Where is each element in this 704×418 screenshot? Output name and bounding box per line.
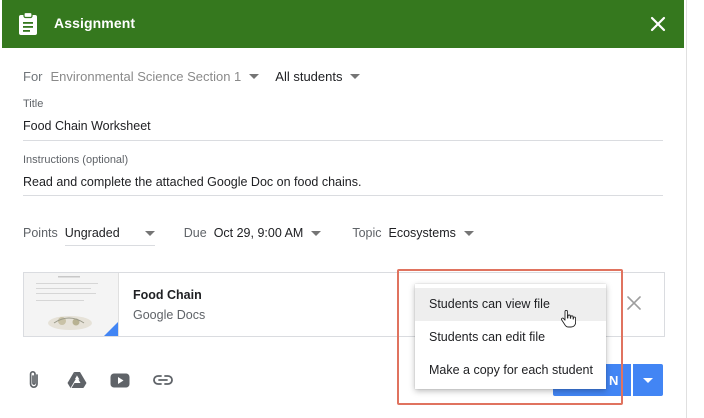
title-field-underline [23,140,663,141]
class-select-value: Environmental Science Section 1 [50,69,242,84]
chevron-down-icon [350,74,361,79]
for-row: For Environmental Science Section 1 All … [23,69,361,84]
assign-options-dropdown[interactable] [633,364,663,396]
for-label: For [23,69,43,84]
add-attachment-toolbar [22,369,194,391]
assignment-dialog: Assignment For Environmental Science Sec… [0,0,687,418]
assign-button-label: N [609,372,619,388]
points-select[interactable]: Ungraded [64,226,155,246]
chevron-down-icon [311,230,322,236]
attach-icon[interactable] [22,369,46,391]
chevron-down-icon [463,230,474,236]
attachment-subtitle: Google Docs [133,308,206,322]
doc-preview-image [24,273,118,336]
chevron-down-icon [249,74,260,79]
due-value: Oct 29, 9:00 AM [213,226,304,240]
drive-icon[interactable] [65,369,89,391]
due-select[interactable]: Oct 29, 9:00 AM [214,226,322,240]
students-select-value: All students [275,69,343,84]
instructions-field-label: Instructions (optional) [23,154,129,166]
close-icon[interactable] [648,14,668,34]
clipboard-icon [19,12,37,35]
title-field-value[interactable]: Food Chain Worksheet [23,119,663,133]
hand-cursor-icon [561,310,576,328]
attachment-thumbnail [24,273,119,336]
dialog-title: Assignment [54,15,136,31]
instructions-field-value[interactable]: Read and complete the attached Google Do… [23,175,663,189]
menu-item-copy-for-each[interactable]: Make a copy for each student [415,354,606,387]
topic-label: Topic [352,226,382,240]
dialog-header: Assignment [2,0,684,48]
settings-row: Points Ungraded Due Oct 29, 9:00 AM Topi… [23,226,474,246]
chevron-down-icon [144,230,155,236]
menu-item-view-file[interactable]: Students can view file [415,288,606,321]
attachment-title[interactable]: Food Chain [133,288,202,302]
menu-item-edit-file[interactable]: Students can edit file [415,321,606,354]
chevron-down-icon [643,377,653,383]
due-label: Due [183,226,207,240]
link-icon[interactable] [151,369,175,391]
topic-select[interactable]: Ecosystems [389,226,474,240]
topic-value: Ecosystems [388,226,456,240]
instructions-field[interactable]: Instructions (optional) Read and complet… [23,154,663,198]
title-field[interactable]: Title Food Chain Worksheet [23,98,663,142]
instructions-field-underline [23,195,663,196]
share-options-menu: Students can view file Students can edit… [415,284,606,389]
title-field-label: Title [23,98,44,110]
points-label: Points [23,226,58,240]
points-value: Ungraded [64,226,120,240]
class-select[interactable]: Environmental Science Section 1 [51,69,260,84]
students-select[interactable]: All students [275,69,361,84]
youtube-icon[interactable] [108,369,132,391]
remove-attachment-icon[interactable] [626,295,642,311]
